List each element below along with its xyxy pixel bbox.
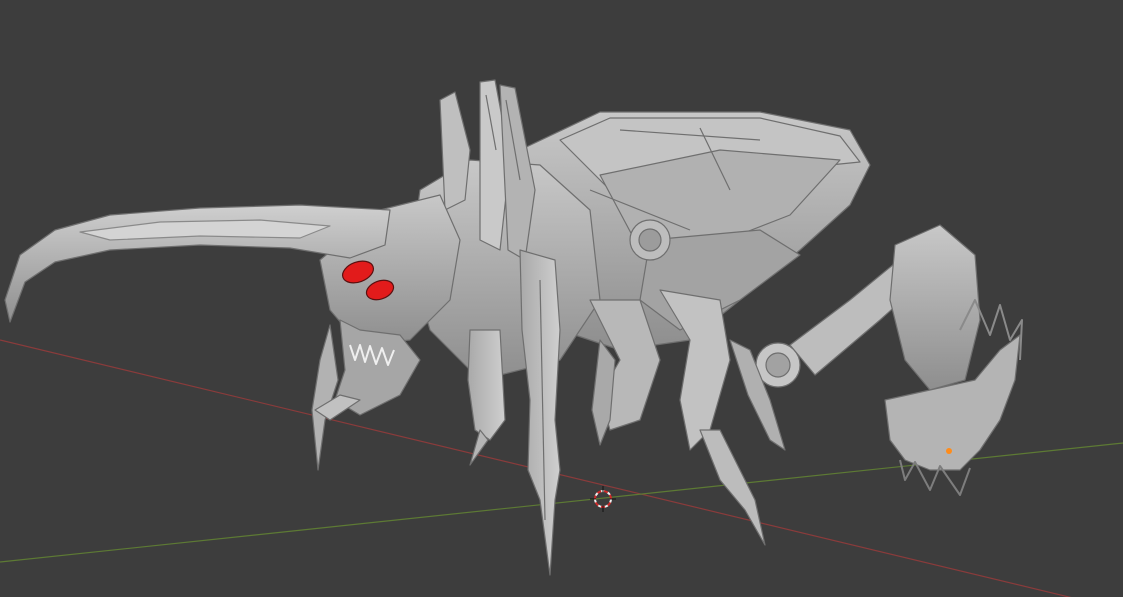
origin-dot-icon — [946, 448, 952, 454]
dorsal-fin-left — [439, 91, 471, 211]
elbow-joint-inner — [765, 352, 791, 378]
leg-front-left — [467, 329, 506, 441]
viewport-canvas[interactable] — [0, 0, 1123, 597]
insect-mech-model[interactable] — [4, 79, 1023, 576]
3d-viewport[interactable] — [0, 0, 1123, 597]
leg-mid-claw — [699, 429, 766, 546]
shoulder-joint-inner — [638, 228, 662, 252]
rear-leg-upper — [889, 224, 981, 391]
mandible-left — [311, 324, 339, 471]
3d-cursor-icon[interactable] — [590, 486, 616, 512]
